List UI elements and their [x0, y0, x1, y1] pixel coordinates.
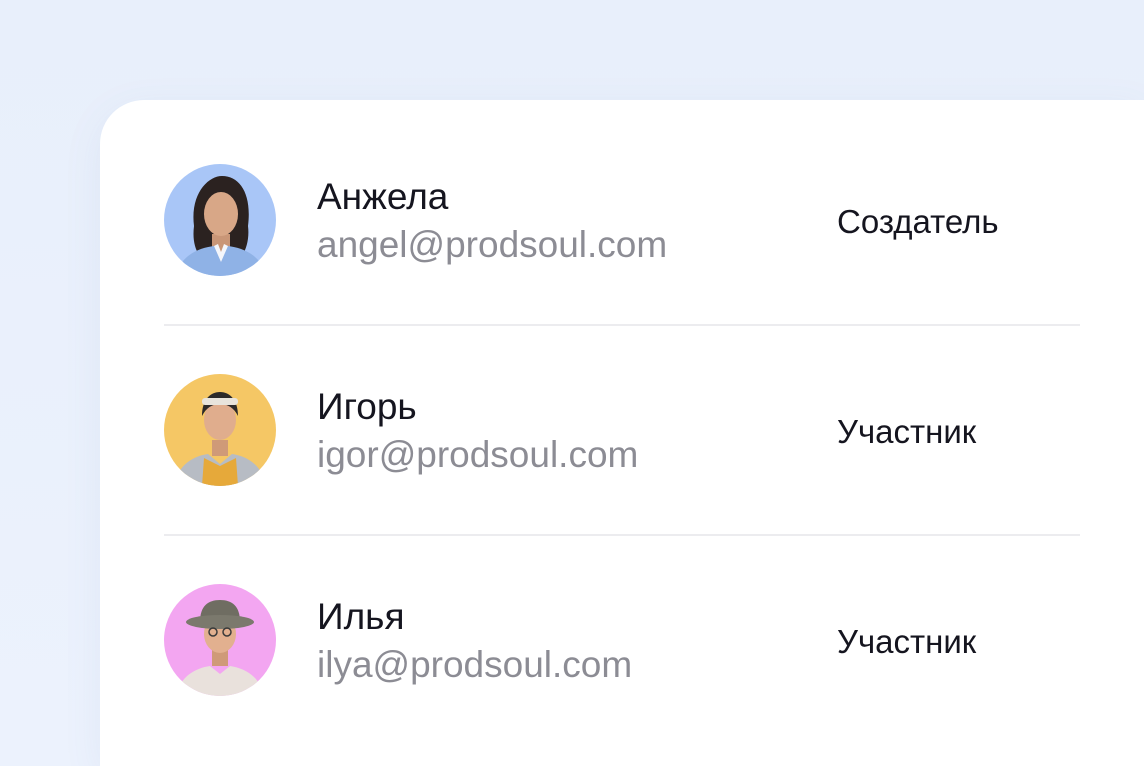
member-email: igor@prodsoul.com: [317, 434, 639, 475]
member-name: Илья: [317, 596, 405, 637]
avatar: [164, 584, 276, 696]
avatar: [164, 164, 276, 276]
member-email: angel@prodsoul.com: [317, 224, 668, 265]
member-name: Игорь: [317, 386, 417, 427]
member-name: Анжела: [317, 176, 449, 217]
member-row[interactable]: Илья ilya@prodsoul.com Участник: [164, 584, 1080, 696]
member-role[interactable]: Создатель: [837, 202, 999, 242]
members-card: Анжела angel@prodsoul.com Создатель Игор…: [100, 100, 1144, 766]
member-role[interactable]: Участник: [837, 622, 976, 662]
divider: [164, 534, 1080, 536]
avatar-photo-ilya: [164, 584, 276, 696]
member-row[interactable]: Анжела angel@prodsoul.com Создатель: [164, 164, 1080, 276]
avatar-photo-angela: [164, 164, 276, 276]
divider: [164, 324, 1080, 326]
avatar: [164, 374, 276, 486]
member-row[interactable]: Игорь igor@prodsoul.com Участник: [164, 374, 1080, 486]
avatar-photo-igor: [164, 374, 276, 486]
member-email: ilya@prodsoul.com: [317, 644, 633, 685]
member-role[interactable]: Участник: [837, 412, 976, 452]
